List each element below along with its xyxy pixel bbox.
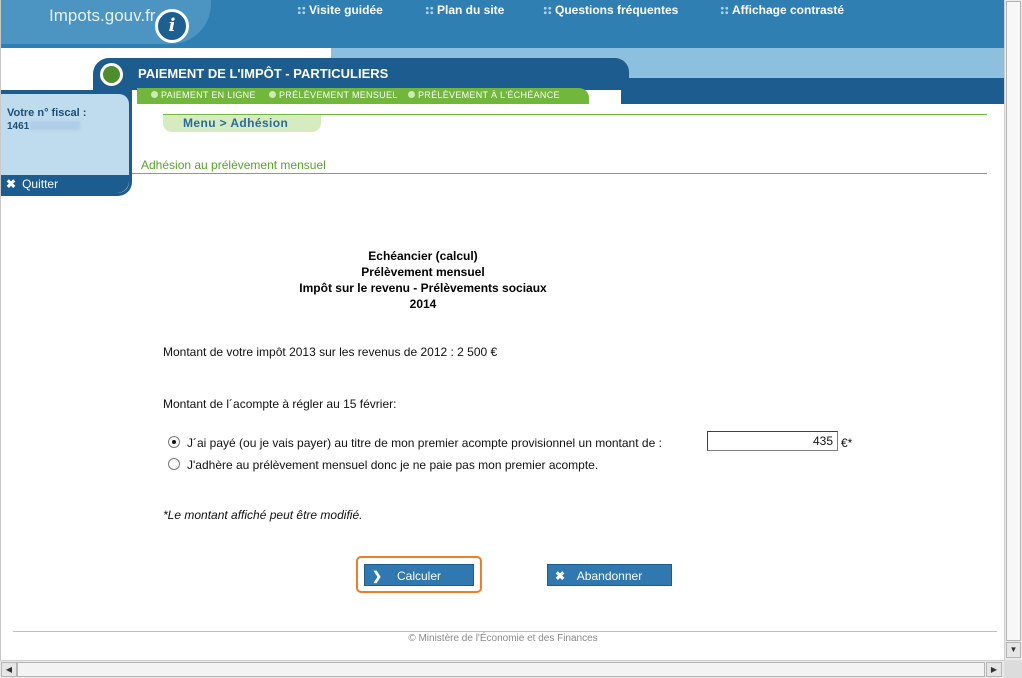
info-icon: i [155, 9, 189, 43]
dots-icon [543, 6, 552, 15]
site-logo-text[interactable]: Impots.gouv.fr [49, 6, 155, 26]
scroll-down-arrow-icon[interactable]: ▼ [1006, 642, 1021, 658]
service-title: PAIEMENT DE L'IMPÔT - PARTICULIERS [138, 66, 389, 81]
acompte-label: Montant de l´acompte à régler au 15 févr… [163, 397, 397, 411]
bullet-icon [269, 91, 276, 98]
calculate-button[interactable]: ❯ Calculer [364, 564, 474, 586]
toplink-visite-guidee[interactable]: Visite guidée [297, 3, 383, 17]
option-paid-radio[interactable] [168, 436, 180, 448]
vertical-scrollbar[interactable]: ▼ [1004, 0, 1022, 660]
dots-icon [425, 6, 434, 15]
title-bar-extension [621, 78, 1004, 104]
subnav-prelevement-echeance[interactable]: PRÉLÈVEMENT À L'ÉCHÉANCE [408, 90, 560, 100]
subnav-paiement-en-ligne[interactable]: PAIEMENT EN LIGNE [151, 90, 256, 100]
service-title-bar: PAIEMENT DE L'IMPÔT - PARTICULIERS [93, 58, 629, 90]
editable-note: *Le montant affiché peut être modifié. [163, 508, 363, 522]
fiscal-number-value: 1461 [7, 121, 81, 132]
scroll-left-arrow-icon[interactable]: ◀ [1, 662, 17, 677]
subnav-label: PAIEMENT EN LIGNE [161, 90, 256, 100]
toplink-label: Questions fréquentes [555, 3, 679, 17]
fiscal-number-prefix: 1461 [7, 121, 30, 132]
breadcrumb[interactable]: Menu > Adhésion [163, 115, 321, 132]
heading-line: Echéancier (calcul) [368, 249, 478, 263]
dots-icon [720, 6, 729, 15]
abandon-label: Abandonner [576, 569, 643, 583]
fiscal-number-label: Votre n° fiscal : [7, 107, 87, 119]
option-monthly-radio[interactable] [168, 458, 180, 470]
option-monthly-label[interactable]: J'adhère au prélèvement mensuel donc je … [187, 458, 598, 472]
currency-suffix: €* [841, 436, 853, 450]
bullet-icon [151, 91, 158, 98]
toplink-plan-du-site[interactable]: Plan du site [425, 3, 504, 17]
horizontal-scrollbar[interactable]: ◀ ▶ [0, 660, 1004, 678]
logo-area[interactable]: Impots.gouv.fr i [1, 0, 211, 44]
toplink-label: Visite guidée [309, 3, 383, 17]
tax-amount-text: Montant de votre impôt 2013 sur les reve… [163, 345, 498, 359]
globe-icon [100, 63, 123, 86]
browser-viewport: Impots.gouv.fr i Visite guidée Plan du s… [0, 0, 1004, 660]
heading-line: Prélèvement mensuel [361, 265, 485, 279]
subnav-prelevement-mensuel[interactable]: PRÉLÈVEMENT MENSUEL [269, 90, 398, 100]
quit-button[interactable]: ✖ Quitter [1, 175, 129, 193]
bullet-icon [408, 91, 415, 98]
subnav-bar: PAIEMENT EN LIGNE PRÉLÈVEMENT MENSUEL PR… [137, 88, 589, 104]
horizontal-scroll-thumb[interactable] [17, 662, 985, 677]
scroll-right-arrow-icon[interactable]: ▶ [986, 662, 1002, 677]
subnav-label: PRÉLÈVEMENT À L'ÉCHÉANCE [418, 90, 560, 100]
heading-line: Impôt sur le revenu - Prélèvements socia… [299, 281, 547, 295]
scrollbar-corner [1004, 660, 1022, 678]
heading-line: 2014 [409, 297, 437, 311]
option-paid-label[interactable]: J´ai payé (ou je vais payer) au titre de… [187, 436, 662, 450]
footer-copyright: © Ministère de l'Économie et des Finance… [408, 633, 598, 644]
abandon-button[interactable]: ✖ Abandonner [547, 564, 672, 586]
subnav-label: PRÉLÈVEMENT MENSUEL [279, 90, 398, 100]
close-icon: ✖ [6, 177, 17, 191]
section-divider [132, 173, 987, 174]
toplink-label: Affichage contrasté [732, 3, 845, 17]
toplink-affichage-contraste[interactable]: Affichage contrasté [720, 3, 844, 17]
acompte-amount-input[interactable] [707, 431, 838, 451]
fiscal-sidebar: Votre n° fiscal : 1461 ✖ Quitter [1, 90, 132, 196]
toplink-label: Plan du site [437, 3, 505, 17]
schedule-heading: Echéancier (calcul) Prélèvement mensuel … [223, 248, 623, 312]
page-title: Adhésion au prélèvement mensuel [141, 158, 326, 172]
footer-divider [13, 631, 997, 632]
vertical-scroll-thumb[interactable] [1006, 1, 1021, 641]
toplink-questions-frequentes[interactable]: Questions fréquentes [543, 3, 678, 17]
dots-icon [297, 6, 306, 15]
quit-label: Quitter [22, 177, 59, 191]
calculate-label: Calculer [396, 569, 441, 583]
redacted-digits [30, 121, 81, 130]
